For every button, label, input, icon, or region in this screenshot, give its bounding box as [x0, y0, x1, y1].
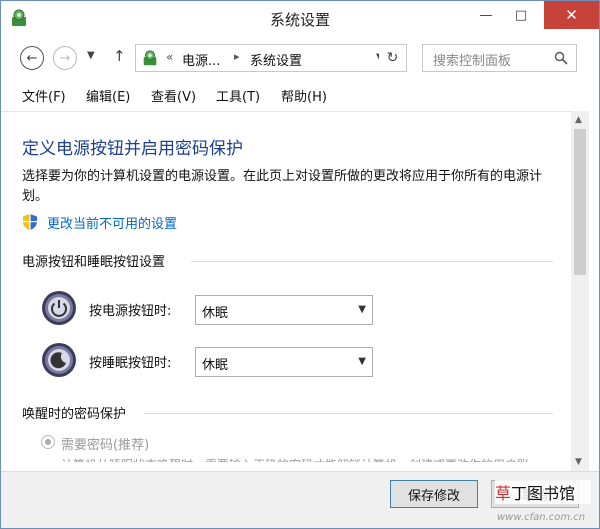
change-unavailable-settings-link[interactable]: 更改当前不可用的设置: [47, 213, 177, 232]
breadcrumb-overflow[interactable]: «: [166, 50, 173, 64]
refresh-icon: ↻: [386, 50, 399, 66]
address-bar[interactable]: « 电源... ▸ 系统设置 ▼: [135, 44, 405, 72]
password-description-clipped: 计算机从睡眠状态唤醒时，需要输入正确的密码才能解锁计算机。创建或更改你的用户账户…: [61, 454, 531, 462]
scrollbar-thumb[interactable]: [574, 129, 586, 275]
page-description: 选择要为你的计算机设置的电源设置。在此页上对设置所做的更改将应用于你所有的电源计…: [22, 169, 543, 204]
power-button-icon: [42, 291, 76, 325]
menu-tools[interactable]: 工具(T): [216, 86, 260, 105]
menu-bar: 文件(F) 编辑(E) 查看(V) 工具(T) 帮助(H): [1, 83, 599, 107]
minimize-button[interactable]: —: [471, 1, 501, 29]
control-panel-icon: [143, 50, 157, 66]
sleep-button-action-value: 休眠: [202, 358, 229, 373]
arrow-right-icon: →: [59, 50, 71, 66]
close-button[interactable]: ✕: [544, 1, 599, 29]
arrow-left-icon: ←: [26, 50, 38, 66]
power-group-title: 电源按钮和睡眠按钮设置: [22, 255, 166, 270]
menu-file[interactable]: 文件(F): [22, 86, 66, 105]
sleep-button-label: 按睡眠按钮时:: [89, 356, 172, 371]
recent-pages-dropdown[interactable]: ▼: [87, 50, 95, 61]
arrow-up-icon: ↑: [113, 47, 126, 65]
page-title: 定义电源按钮并启用密码保护: [22, 139, 243, 159]
menu-view[interactable]: 查看(V): [151, 86, 196, 105]
search-input[interactable]: 搜索控制面板: [433, 50, 511, 69]
up-button[interactable]: ↑: [113, 47, 126, 65]
vertical-scrollbar[interactable]: ▲ ▼: [571, 111, 589, 471]
menu-help[interactable]: 帮助(H): [281, 86, 327, 105]
power-button-action-select[interactable]: 休眠 ▼: [195, 295, 373, 325]
footer-bar: 保存修改 取消 草丁图书馆 www.cfan.com.cn: [1, 471, 599, 528]
back-button[interactable]: ←: [20, 46, 44, 70]
maximize-button[interactable]: □: [506, 1, 536, 29]
search-icon[interactable]: [554, 51, 568, 65]
sleep-button-action-select[interactable]: 休眠 ▼: [195, 347, 373, 377]
radio-selected-dot: [45, 439, 51, 445]
chevron-down-icon: ▼: [358, 356, 366, 367]
save-changes-button[interactable]: 保存修改: [390, 480, 478, 508]
chevron-down-icon: ▼: [358, 304, 366, 315]
search-box[interactable]: 搜索控制面板: [422, 44, 577, 72]
refresh-button[interactable]: ↻: [379, 44, 407, 72]
power-button-label: 按电源按钮时:: [89, 304, 172, 319]
title-bar: 系统设置 — □ ✕: [1, 1, 599, 35]
scroll-up-icon[interactable]: ▲: [575, 115, 582, 125]
window: 系统设置 — □ ✕ ← → ▼ ↑ « 电源... ▸ 系统设置 ▼: [0, 0, 600, 529]
menu-edit[interactable]: 编辑(E): [86, 86, 130, 105]
power-button-action-value: 休眠: [202, 306, 229, 321]
require-password-radio[interactable]: [41, 435, 55, 449]
content-pane: 定义电源按钮并启用密码保护 选择要为你的计算机设置的电源设置。在此页上对设置所做…: [1, 111, 571, 528]
group-divider: [144, 413, 553, 414]
sleep-button-icon: [42, 343, 76, 377]
group-divider: [191, 261, 553, 262]
uac-shield-icon: [23, 214, 37, 230]
watermark-url: www.cfan.com.cn: [497, 512, 586, 523]
require-password-label: 需要密码(推荐): [61, 438, 150, 453]
watermark: 草丁图书馆: [495, 480, 591, 504]
navigation-bar: ← → ▼ ↑ « 电源... ▸ 系统设置 ▼ ↻ 搜索控制面板: [1, 39, 599, 77]
scroll-down-icon[interactable]: ▼: [575, 457, 582, 467]
forward-button[interactable]: →: [53, 46, 77, 70]
breadcrumb-power[interactable]: 电源...: [182, 50, 220, 69]
breadcrumb-arrow-icon[interactable]: ▸: [234, 50, 240, 63]
breadcrumb-system-settings[interactable]: 系统设置: [250, 50, 302, 69]
password-group-title: 唤醒时的密码保护: [22, 407, 127, 422]
